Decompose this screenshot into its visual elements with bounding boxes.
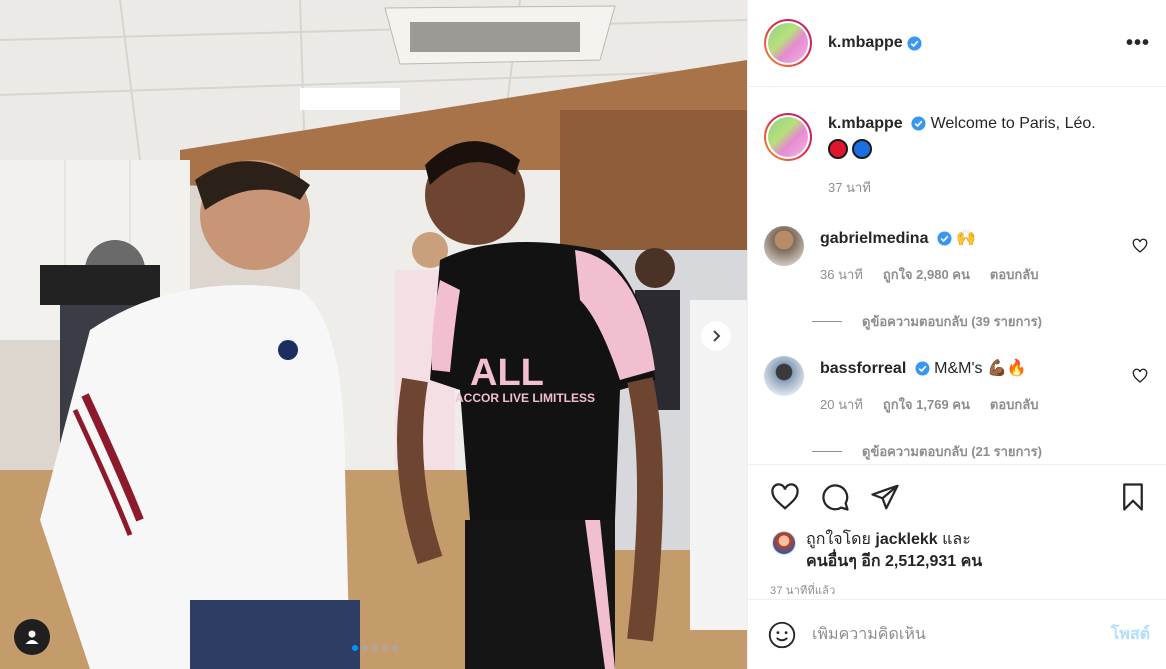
carousel-dot <box>392 645 398 651</box>
more-options-icon[interactable]: ••• <box>1126 32 1150 55</box>
liked-by-prefix: ถูกใจโดย <box>806 531 871 548</box>
likes-summary: ถูกใจโดย jacklekk และ คนอื่นๆ อีก 2,512,… <box>748 529 1166 573</box>
commenter-username[interactable]: bassforreal <box>820 360 906 377</box>
heart-icon[interactable] <box>1132 238 1148 254</box>
caption-text: Welcome to Paris, Léo. <box>930 115 1096 132</box>
verified-badge-icon <box>911 116 926 131</box>
caption-time[interactable]: 37 นาที <box>828 177 871 198</box>
view-replies-button[interactable]: ดูข้อความตอบกลับ (39 รายการ) <box>812 311 1150 332</box>
carousel-dot <box>352 645 358 651</box>
chevron-right-icon <box>713 330 721 342</box>
post-timestamp[interactable]: 37 นาทีที่แล้ว <box>748 573 1166 599</box>
view-replies-label: ดูข้อความตอบกลับ (21 รายการ) <box>862 444 1042 459</box>
comment-likes[interactable]: ถูกใจ 1,769 คน <box>883 394 970 415</box>
comments-section: k.mbappe Welcome to Paris, Léo. 37 นาที <box>748 87 1166 465</box>
caption: k.mbappe Welcome to Paris, Léo. 37 นาที <box>764 113 1150 198</box>
reply-button[interactable]: ตอบกลับ <box>990 264 1039 285</box>
tagged-users-button[interactable] <box>14 619 50 655</box>
caption-emoji-flags <box>828 139 1150 159</box>
author-username[interactable]: k.mbappe <box>828 34 903 52</box>
blue-circle-emoji <box>852 139 872 159</box>
comment-input[interactable] <box>812 625 1111 644</box>
liked-by-others[interactable]: คนอื่นๆ อีก 2,512,931 คน <box>806 553 982 570</box>
reply-button[interactable]: ตอบกลับ <box>990 394 1039 415</box>
post-header: k.mbappe ••• <box>748 0 1166 87</box>
caption-username[interactable]: k.mbappe <box>828 115 903 132</box>
comment-text: 🙌 <box>956 230 977 247</box>
carousel-dot <box>362 645 368 651</box>
comment-likes[interactable]: ถูกใจ 2,980 คน <box>883 264 970 285</box>
carousel-dot <box>372 645 378 651</box>
verified-badge-icon <box>907 35 922 51</box>
comment-icon <box>822 484 849 511</box>
comment-button[interactable] <box>818 480 852 514</box>
post-actions <box>748 465 1166 529</box>
comment-text: M&M's 💪🏾🔥 <box>934 360 1027 377</box>
carousel-dot <box>382 645 388 651</box>
emoji-icon[interactable] <box>768 621 796 649</box>
view-replies-button[interactable]: ดูข้อความตอบกลับ (21 รายการ) <box>812 441 1150 462</box>
next-photo-button[interactable] <box>701 321 731 351</box>
bookmark-icon <box>1123 483 1143 511</box>
verified-badge-icon <box>915 361 930 376</box>
heart-icon[interactable] <box>1132 368 1148 384</box>
liked-by-and: และ <box>942 531 971 548</box>
comment-time[interactable]: 36 นาที <box>820 264 863 285</box>
commenter-avatar[interactable] <box>764 356 804 396</box>
red-circle-emoji <box>828 139 848 159</box>
post-comment-button[interactable]: โพสต์ <box>1111 622 1150 647</box>
author-avatar[interactable] <box>764 19 812 67</box>
carousel-indicator <box>352 645 398 651</box>
svg-text:ALL: ALL <box>470 352 544 394</box>
comment-item: gabrielmedina 🙌 36 นาที ถูกใจ 2,980 คน ต… <box>764 226 1150 285</box>
instagram-post-modal: ALL ACCOR LIVE LIMITLESS k.mbappe ••• k.… <box>0 0 1166 669</box>
liked-by-username[interactable]: jacklekk <box>875 531 937 548</box>
share-icon <box>871 484 899 510</box>
svg-text:ACCOR LIVE LIMITLESS: ACCOR LIVE LIMITLESS <box>455 391 595 405</box>
post-sidebar: k.mbappe ••• k.mbappe Welcome to Paris, … <box>747 0 1166 669</box>
verified-badge-icon <box>937 231 952 246</box>
user-tag-icon <box>25 630 39 644</box>
add-comment-bar: โพสต์ <box>748 599 1166 669</box>
post-photo[interactable]: ALL ACCOR LIVE LIMITLESS <box>0 0 747 669</box>
commenter-username[interactable]: gabrielmedina <box>820 230 928 247</box>
photo-scene-illustration: ALL ACCOR LIVE LIMITLESS <box>0 0 747 669</box>
view-replies-label: ดูข้อความตอบกลับ (39 รายการ) <box>862 314 1042 329</box>
heart-icon <box>771 483 799 510</box>
caption-author-avatar[interactable] <box>764 113 812 161</box>
commenter-avatar[interactable] <box>764 226 804 266</box>
share-button[interactable] <box>868 480 902 514</box>
comment-item: bassforreal M&M's 💪🏾🔥 20 นาที ถูกใจ 1,76… <box>764 356 1150 415</box>
like-button[interactable] <box>768 480 802 514</box>
comment-time[interactable]: 20 นาที <box>820 394 863 415</box>
liker-avatar[interactable] <box>772 531 796 555</box>
save-button[interactable] <box>1116 480 1150 514</box>
